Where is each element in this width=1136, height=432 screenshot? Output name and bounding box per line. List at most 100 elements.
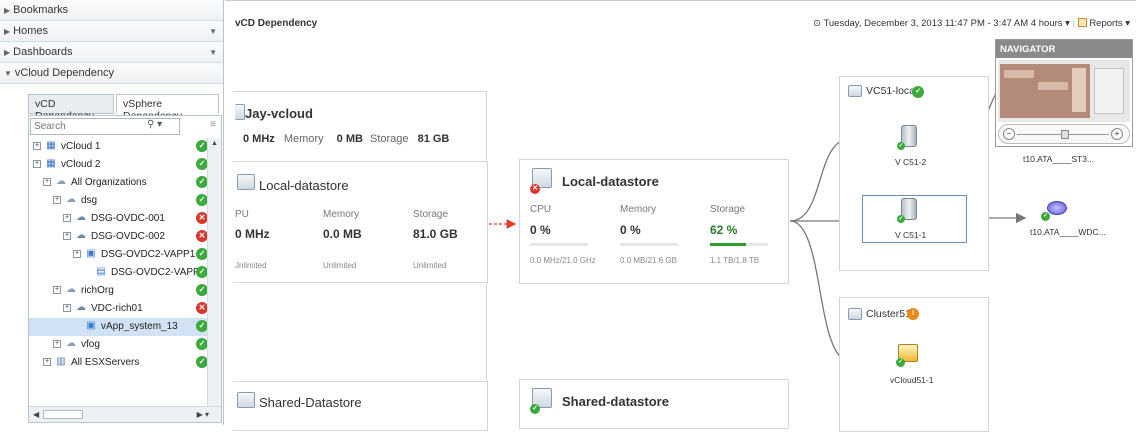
tree-item[interactable]: + ☁ dsg ✓	[29, 192, 208, 210]
scroll-left-icon[interactable]: ◀	[33, 410, 39, 419]
storage-bar	[710, 243, 768, 246]
scroll-up-icon[interactable]: ▲	[211, 140, 218, 147]
expand-arrow-icon: ▶	[4, 48, 11, 57]
expand-icon[interactable]: +	[63, 232, 71, 240]
minimap-block	[1004, 70, 1034, 78]
host-label[interactable]: vCloud51-1	[890, 375, 933, 385]
minimap-block	[1094, 68, 1124, 114]
accordion-label: vCloud Dependency	[14, 67, 114, 79]
tree-item[interactable]: ▣ vApp_system_13 ✓	[29, 318, 208, 336]
memory-bar	[620, 243, 678, 246]
vapp-icon: ▣	[86, 248, 96, 259]
tree-item[interactable]: + ☁ richOrg ✓	[29, 282, 208, 300]
horizontal-scrollbar[interactable]: ◀ ▶ ▾	[29, 406, 221, 422]
local-datastore-card[interactable]: ✕ Local-datastore CPU Memory Storage 0 %…	[519, 159, 789, 284]
search-icon[interactable]: ⚲ ▾	[147, 119, 162, 130]
scroll-thumb[interactable]	[43, 410, 83, 419]
storage-value: 81.0 GB	[413, 227, 458, 241]
shared-datastore-card[interactable]: ✓ Shared-datastore	[519, 379, 789, 429]
main-view: vCD Dependency ⊙ Tuesday, December 3, 20…	[225, 0, 1136, 432]
navigator-title: NAVIGATOR	[996, 40, 1132, 58]
card-title: Local-datastore	[562, 174, 659, 189]
local-datastore-card-left[interactable]: Local-datastore PU Memory Storage 0 MHz …	[233, 161, 488, 283]
dropdown-arrow-icon[interactable]: ▼	[209, 27, 217, 36]
disk-label[interactable]: t10.ATA____ST3...	[1023, 154, 1094, 164]
warning-status-icon: !	[907, 308, 919, 320]
card-title: Shared-Datastore	[259, 395, 362, 410]
vdc-icon: ☁	[76, 302, 86, 313]
tree-item[interactable]: + ☁ DSG-OVDC-002 ✕	[29, 228, 208, 246]
cpu-value: 0 %	[530, 223, 551, 237]
minimap-block	[1072, 68, 1086, 112]
vc51-local-card[interactable]: VC51-local ✓ ✓ V C51-2 ✓ V C51-1	[839, 76, 989, 271]
tree-item[interactable]: + ☁ VDC-rich01 ✕	[29, 300, 208, 318]
expand-icon[interactable]: +	[33, 160, 41, 168]
host-label[interactable]: V C51-2	[895, 157, 926, 167]
accordion-homes[interactable]: ▶ Homes ▼	[0, 21, 223, 42]
tree-item[interactable]: + ☁ All Organizations ✓	[29, 174, 208, 192]
tab-vsphere-dependency[interactable]: vSphere Dependency	[116, 94, 219, 122]
tree-item[interactable]: + ▦ vCloud 2 ✓	[29, 156, 208, 174]
storage-label: Storage	[710, 204, 746, 215]
accordion-dashboards[interactable]: ▶ Dashboards ▼	[0, 42, 223, 63]
memory-value: 0.0 MB	[323, 227, 362, 241]
tree-item-label: vCloud 2	[61, 159, 101, 170]
expand-icon[interactable]: +	[33, 142, 41, 150]
expand-icon[interactable]: +	[73, 250, 81, 258]
slider-thumb[interactable]	[1061, 130, 1069, 139]
tree-item[interactable]: + ☁ DSG-OVDC-001 ✕	[29, 210, 208, 228]
vertical-scrollbar[interactable]: ▲	[207, 138, 221, 406]
card-title: Cluster51	[866, 308, 911, 320]
expand-icon[interactable]: +	[53, 340, 61, 348]
datacenter-icon	[848, 85, 862, 97]
expand-icon[interactable]: +	[43, 178, 51, 186]
tree-item-label: All ESXServers	[71, 357, 140, 368]
expand-icon[interactable]: +	[43, 358, 51, 366]
navigator-panel[interactable]: NAVIGATOR − +	[995, 39, 1133, 147]
cpu-sub: Jnlimited	[235, 261, 267, 270]
shared-datastore-card-left[interactable]: Shared-Datastore	[233, 381, 488, 431]
tree-item[interactable]: + ▣ DSG-OVDC2-VAPP1 ✓	[29, 246, 208, 264]
zoom-slider[interactable]: − +	[998, 124, 1130, 144]
filter-icon[interactable]: ≡	[210, 119, 216, 130]
tree-item[interactable]: + ▥ All ESXServers ✓	[29, 354, 208, 372]
tree-item[interactable]: + ▦ vCloud 1 ✓	[29, 138, 208, 156]
expand-icon[interactable]: +	[53, 196, 61, 204]
storage-label: Storage	[413, 209, 449, 220]
accordion-label: Dashboards	[13, 46, 73, 58]
expand-icon[interactable]: +	[63, 214, 71, 222]
scroll-right-icon[interactable]: ▶ ▾	[197, 410, 209, 419]
expand-arrow-icon: ▶	[4, 6, 11, 15]
cluster51-card[interactable]: Cluster51 ! ✓ vCloud51-1	[839, 297, 989, 432]
host-label[interactable]: V C51-1	[895, 230, 926, 240]
collapse-arrow-icon: ▼	[4, 69, 12, 78]
cloud-folder-icon: ☁	[66, 194, 76, 205]
accordion-label: Homes	[13, 25, 48, 37]
dropdown-arrow-icon[interactable]: ▼	[209, 48, 217, 57]
datastore-icon	[237, 174, 255, 190]
memory-sub: Unlimited	[323, 261, 357, 270]
tree-item[interactable]: ▤ DSG-OVDC2-VAPP1 ✓	[29, 264, 208, 282]
tree-item-label: DSG-OVDC-001	[91, 213, 165, 224]
tree-item-label: richOrg	[81, 285, 114, 296]
cloud-folder-icon: ☁	[66, 284, 76, 295]
disk-label[interactable]: t10.ATA____WDC...	[1030, 227, 1106, 237]
zoom-in-icon[interactable]: +	[1111, 128, 1123, 140]
accordion-bookmarks[interactable]: ▶ Bookmarks	[0, 0, 223, 21]
ok-status-icon: ✓	[896, 358, 905, 367]
cpu-value: 0 MHz	[243, 133, 275, 145]
tree-item[interactable]: + ☁ vfog ✓	[29, 336, 208, 354]
expand-arrow-icon: ▶	[4, 27, 11, 36]
storage-value: 81 GB	[417, 133, 450, 145]
ok-status-icon: ✓	[897, 142, 905, 150]
tab-vcd-dependency[interactable]: vCD Dependency	[28, 94, 114, 122]
tree-item-label: DSG-OVDC2-VAPP1	[111, 267, 206, 278]
accordion-vcloud-dependency[interactable]: ▼ vCloud Dependency	[0, 63, 223, 84]
cpu-value: 0 MHz	[235, 227, 270, 241]
storage-bar-fill	[710, 243, 746, 246]
zoom-out-icon[interactable]: −	[1003, 128, 1015, 140]
expand-icon[interactable]: +	[53, 286, 61, 294]
error-status-icon: ✕	[530, 184, 540, 194]
navigator-minimap[interactable]	[998, 60, 1130, 122]
expand-icon[interactable]: +	[63, 304, 71, 312]
